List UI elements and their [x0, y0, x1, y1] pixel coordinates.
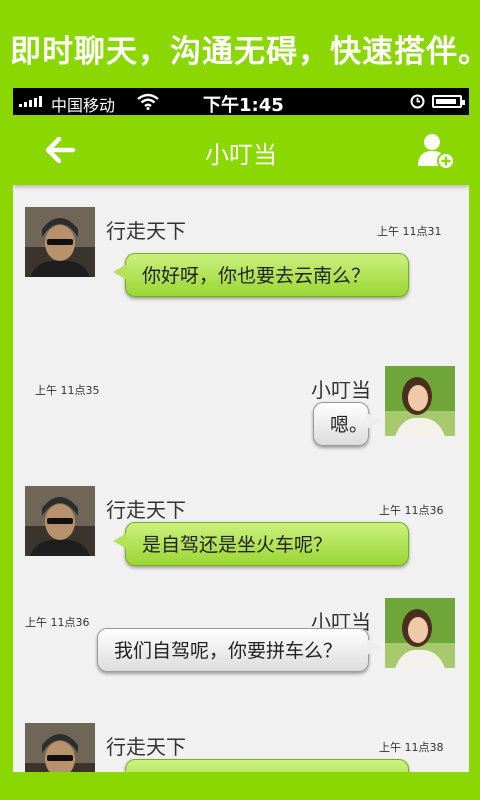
carrier-name: 中国移动: [51, 96, 116, 115]
add-friend-button[interactable]: [415, 131, 455, 171]
sender-avatar[interactable]: [385, 598, 455, 668]
promo-headline: 即时聊天，沟通无碍，快速搭伴。: [10, 34, 480, 70]
sender-avatar[interactable]: [25, 207, 95, 277]
add-friend-icon: [418, 134, 455, 170]
status-bar: 中国移动 下午1:45: [13, 88, 469, 116]
message-time: 上午 11点35: [35, 384, 100, 397]
sender-avatar[interactable]: [25, 723, 95, 772]
status-time: 下午1:45: [203, 95, 284, 116]
sender-avatar[interactable]: [25, 486, 95, 556]
sender-name: 行走天下: [106, 498, 186, 522]
user-avatar-icon: [25, 486, 95, 556]
phone-screen: 中国移动 下午1:45 小叮当 行走天下 上午 11点31 你好呀，你也要去云南…: [13, 88, 469, 772]
message-bubble[interactable]: [113, 759, 409, 772]
chat-title: 小叮当: [205, 141, 277, 169]
message-bubble[interactable]: 我们自驾呢，你要拼车么？: [97, 628, 381, 672]
user-avatar-icon: [385, 366, 455, 436]
message-bubble[interactable]: 嗯。: [313, 402, 381, 446]
user-avatar-icon: [385, 598, 455, 668]
message-time: 上午 11点36: [25, 616, 90, 629]
message-time: 上午 11点36: [379, 504, 444, 517]
user-avatar-icon: [25, 207, 95, 277]
message-time: 上午 11点31: [377, 225, 442, 238]
sender-name: 行走天下: [106, 735, 186, 759]
chat-header: 小叮当: [13, 115, 469, 185]
message-bubble[interactable]: 是自驾还是坐火车呢？: [113, 522, 409, 566]
sender-name: 行走天下: [106, 219, 186, 243]
message-time: 上午 11点38: [379, 741, 444, 754]
wifi-icon: [137, 93, 159, 110]
sender-avatar[interactable]: [385, 366, 455, 436]
signal-strength-icon: [19, 96, 42, 107]
alarm-icon: [410, 94, 425, 109]
message-bubble[interactable]: 你好呀，你也要去云南么？: [113, 253, 409, 297]
battery-icon: [432, 95, 465, 108]
message-list[interactable]: 行走天下 上午 11点31 你好呀，你也要去云南么？ 小叮当 上午 11点35 …: [13, 185, 469, 772]
user-avatar-icon: [25, 723, 95, 772]
sender-name: 小叮当: [311, 378, 371, 402]
